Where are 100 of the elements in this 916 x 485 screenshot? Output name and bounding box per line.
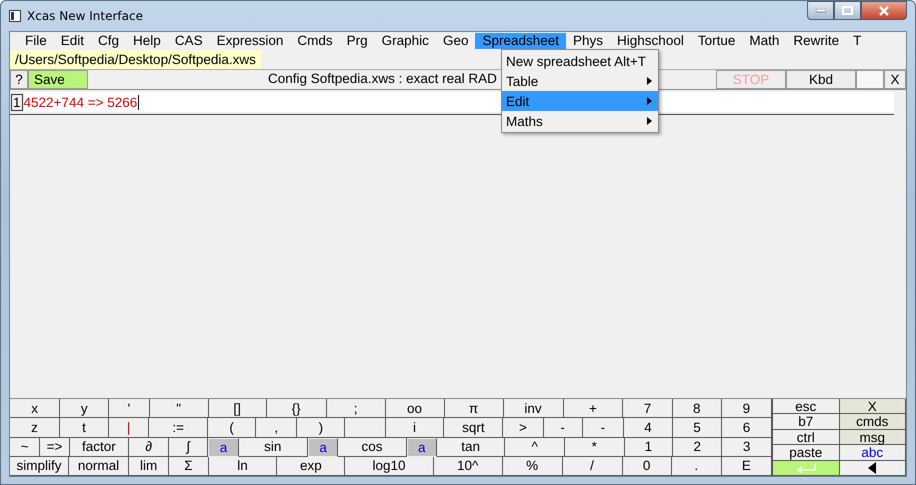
keypad-key[interactable]: ^ [505, 438, 565, 457]
menu-entry[interactable]: Edit [502, 91, 658, 111]
keypad-key[interactable]: sqrt [444, 418, 504, 438]
keypad-key[interactable]: ) [297, 418, 346, 438]
keypad-key[interactable]: π [444, 399, 504, 418]
file-tab[interactable]: /Users/Softpedia/Desktop/Softpedia.xws [10, 50, 261, 69]
keypad-key[interactable]: abc [840, 445, 906, 461]
keypad-key[interactable]: - [582, 418, 624, 438]
keypad-key[interactable]: lim [128, 456, 170, 476]
menu-item[interactable]: Help [126, 33, 168, 49]
keypad-key[interactable]: ∂ [129, 438, 170, 457]
keypad-key[interactable]: x [10, 399, 60, 418]
keypad-key[interactable]: 1 [624, 438, 674, 457]
keypad-key[interactable]: [] [208, 399, 267, 418]
menu-item[interactable]: CAS [168, 33, 210, 49]
keypad-key[interactable]: " [150, 399, 209, 418]
keypad-key[interactable]: simplify [10, 456, 69, 476]
menu-item[interactable]: Spreadsheet [475, 33, 566, 49]
menu-item[interactable]: Cmds [290, 33, 340, 49]
keypad-key[interactable]: | [109, 418, 150, 438]
keypad-key[interactable]: cmds [840, 414, 906, 430]
menu-item[interactable]: Rewrite [786, 33, 846, 49]
keypad-key[interactable]: , [256, 418, 298, 438]
menu-item[interactable]: Graphic [374, 33, 436, 49]
toolbar-blank-button[interactable] [856, 70, 884, 89]
enter-key[interactable] [773, 460, 840, 476]
keypad-key[interactable]: inv [504, 399, 564, 418]
keypad-key[interactable]: normal [69, 456, 129, 476]
keypad-key[interactable]: y [60, 399, 110, 418]
keypad-key[interactable]: 9 [722, 399, 772, 418]
menu-item[interactable]: Geo [436, 33, 476, 49]
keypad-key[interactable]: ∫ [169, 438, 208, 457]
menu-item[interactable]: Math [742, 33, 786, 49]
backspace-key[interactable] [840, 460, 906, 476]
minimize-button[interactable] [807, 1, 834, 20]
keypad-key[interactable]: a [308, 438, 338, 457]
keypad-key[interactable]: tan [436, 438, 506, 457]
keypad-key[interactable]: - [544, 418, 583, 438]
keypad-key[interactable]: ln [208, 456, 278, 476]
keypad-key[interactable]: log10 [345, 456, 434, 476]
menu-item[interactable]: Expression [210, 33, 290, 49]
keypad-key[interactable]: paste [773, 445, 840, 461]
keypad-key[interactable]: esc [773, 399, 840, 414]
keypad-key[interactable]: => [40, 438, 70, 457]
keypad-key[interactable]: oo [386, 399, 445, 418]
keypad-key[interactable]: 5 [672, 418, 722, 438]
keypad-key[interactable]: 2 [673, 438, 722, 457]
maximize-button[interactable] [834, 1, 861, 20]
keypad-key[interactable]: factor [70, 438, 130, 457]
keypad-key[interactable]: Σ [169, 456, 209, 476]
keypad-key[interactable]: a [406, 438, 437, 457]
keypad-key[interactable]: ; [326, 399, 386, 418]
keypad-key[interactable]: * [564, 438, 624, 457]
keypad-key[interactable]: {} [266, 399, 327, 418]
keypad-key[interactable]: sin [238, 438, 308, 457]
keypad-key[interactable]: ~ [10, 438, 40, 457]
entry-number[interactable]: 1 [11, 94, 23, 110]
menu-item[interactable]: Prg [340, 33, 375, 49]
menu-item[interactable]: T [846, 33, 868, 49]
menu-entry[interactable]: Table [502, 71, 658, 91]
keypad-key[interactable]: ctrl [773, 430, 840, 446]
keypad-key[interactable]: . [672, 456, 722, 476]
keypad-key[interactable]: % [502, 456, 563, 476]
keypad-key[interactable]: 3 [722, 438, 772, 457]
keypad-key[interactable]: b7 [773, 414, 840, 430]
keypad-key[interactable]: 0 [622, 456, 672, 476]
blank-key[interactable] [345, 418, 386, 438]
save-button[interactable]: Save [28, 70, 88, 89]
keypad-key[interactable]: z [10, 418, 60, 438]
menu-item[interactable]: File [18, 33, 54, 49]
keypad-key[interactable]: i [386, 418, 444, 438]
close-button[interactable] [861, 1, 907, 20]
menu-item[interactable]: Phys [566, 33, 610, 49]
menu-item[interactable]: Cfg [91, 33, 126, 49]
help-button[interactable]: ? [10, 70, 28, 89]
menu-item[interactable]: Highschool [610, 33, 691, 49]
keypad-key[interactable]: 7 [623, 399, 673, 418]
close-session-button[interactable]: X [884, 70, 906, 89]
keypad-key[interactable]: > [503, 418, 544, 438]
keypad-key[interactable]: 10^ [434, 456, 503, 476]
keypad-key[interactable]: cos [338, 438, 407, 457]
keypad-key[interactable]: X [840, 399, 906, 414]
keypad-key[interactable]: 4 [624, 418, 673, 438]
keypad-key[interactable]: E [722, 456, 772, 476]
keypad-key[interactable]: + [564, 399, 624, 418]
keypad-key[interactable]: 8 [672, 399, 722, 418]
menu-entry[interactable]: New spreadsheet Alt+T [502, 51, 658, 71]
keypad-key[interactable]: / [562, 456, 623, 476]
keypad-key[interactable]: ' [109, 399, 150, 418]
keypad-key[interactable]: ( [208, 418, 256, 438]
menu-item[interactable]: Tortue [690, 33, 742, 49]
keypad-key[interactable]: msg [840, 430, 906, 446]
menu-item[interactable]: Edit [54, 33, 92, 49]
menu-entry[interactable]: Maths [502, 111, 658, 131]
keyboard-button[interactable]: Kbd [786, 70, 856, 89]
keypad-key[interactable]: exp [277, 456, 346, 476]
keypad-key[interactable]: := [149, 418, 208, 438]
keypad-key[interactable]: 6 [722, 418, 772, 438]
keypad-key[interactable]: a [208, 438, 239, 457]
keypad-key[interactable]: t [60, 418, 110, 438]
